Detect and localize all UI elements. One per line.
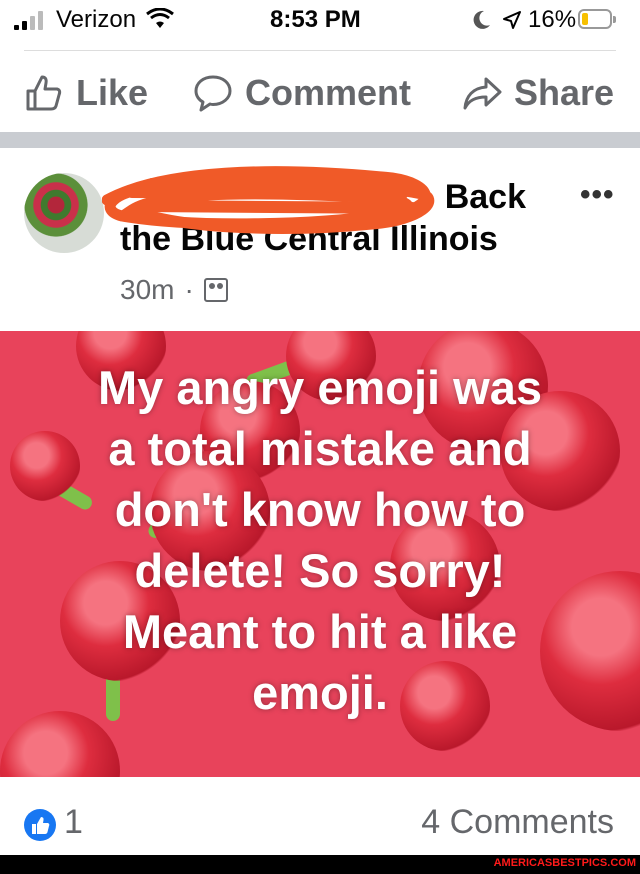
comment-label: Comment — [245, 72, 412, 113]
post-time[interactable]: 30m — [120, 274, 174, 306]
divider — [24, 50, 616, 51]
carrier-label: Verizon — [56, 6, 137, 33]
clock: 8:53 PM — [270, 6, 361, 33]
post-meta: 30m · — [120, 274, 228, 306]
section-separator — [0, 132, 640, 148]
comment-count-link[interactable]: 4 Comments — [421, 803, 614, 842]
action-bar: Like Comment Share — [0, 52, 640, 134]
watermark-bar: AMERICASBESTPICS.COM — [0, 855, 640, 874]
moon-icon — [473, 10, 490, 29]
signal-icon — [14, 10, 48, 30]
meta-dot: · — [184, 274, 194, 305]
avatar[interactable] — [24, 173, 104, 253]
like-label: Like — [76, 72, 149, 113]
reaction-count[interactable]: 1 — [64, 803, 83, 842]
status-bar: Verizon 8:53 PM 16% — [0, 0, 640, 40]
share-button[interactable]: Share — [462, 70, 614, 116]
reactions-bar: 1 4 Comments — [0, 777, 640, 855]
post-image[interactable]: My angry emoji was a total mistake and d… — [0, 331, 640, 777]
speech-bubble-icon — [194, 75, 232, 112]
group-privacy-icon — [203, 278, 228, 302]
like-reaction-icon — [24, 809, 56, 841]
location-arrow-icon — [503, 11, 521, 29]
thumbs-up-icon — [26, 75, 62, 111]
share-label: Share — [514, 72, 615, 113]
wifi-icon — [146, 8, 174, 28]
battery-icon — [578, 9, 616, 29]
redaction-scribble — [102, 166, 435, 234]
comment-button[interactable]: Comment — [193, 70, 411, 116]
image-caption: My angry emoji was a total mistake and d… — [97, 361, 543, 719]
like-button[interactable]: Like — [24, 70, 148, 116]
more-options-button[interactable]: ••• — [580, 178, 615, 212]
battery-percent: 16% — [528, 6, 577, 33]
watermark-text: AMERICASBESTPICS.COM — [493, 857, 636, 869]
share-arrow-icon — [463, 77, 502, 110]
